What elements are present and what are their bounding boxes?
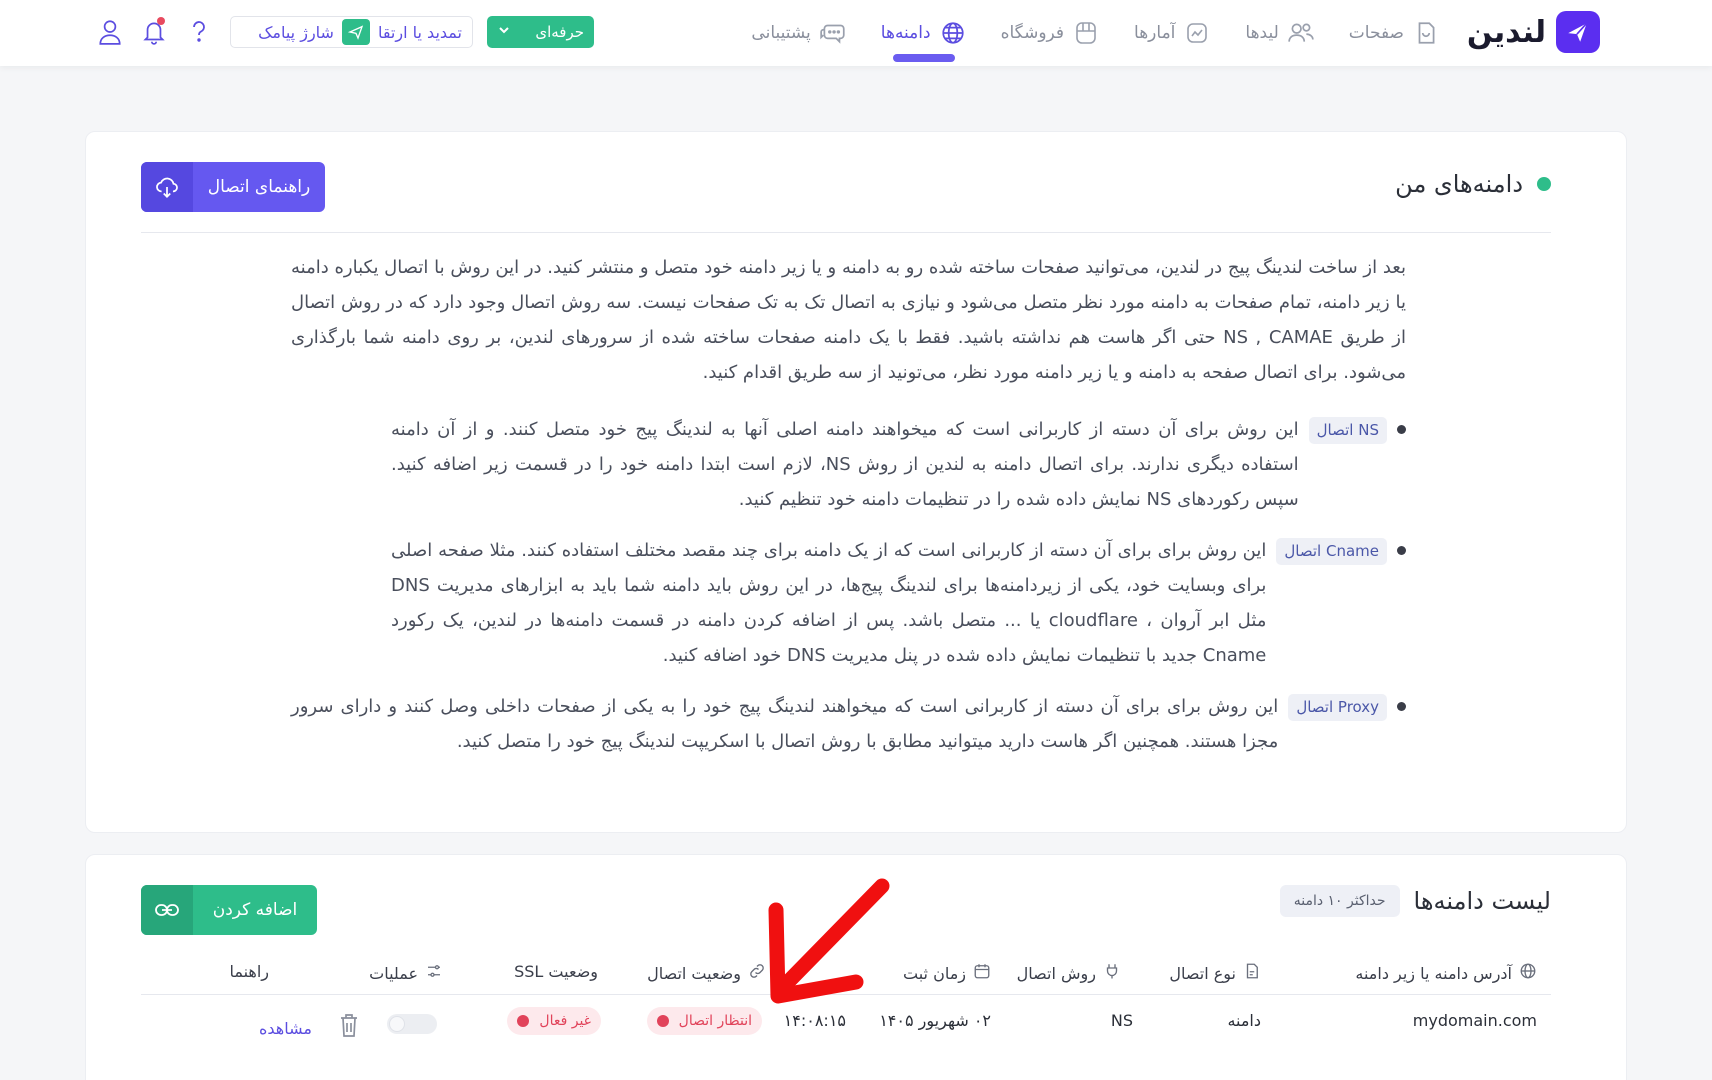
table-row: mydomain.com دامنه NS ۰۲ شهریور ۱۴۰۵ ۱۴:…: [141, 1005, 1551, 1045]
bullet-dot: [1397, 425, 1406, 434]
annotation-arrow: [768, 878, 890, 1004]
method-item-cname: اتصال Cname این روش برای برای آن دسته از…: [291, 533, 1406, 673]
my-domains-heading: دامنه‌های من: [1395, 170, 1551, 198]
nav-item-pages[interactable]: صفحات: [1349, 0, 1440, 66]
shop-icon: [1072, 19, 1100, 47]
nav-label-domains: دامنه‌ها: [880, 23, 931, 43]
plug-icon: [1103, 962, 1121, 984]
method-tag-cname: اتصال Cname: [1276, 538, 1387, 565]
col-address: آدرس دامنه یا زیر دامنه: [1355, 962, 1537, 984]
cell-type: دامنه: [1227, 1011, 1261, 1030]
sliders-icon: [425, 962, 443, 984]
col-time: زمان ثبت: [903, 962, 991, 984]
nav-item-domains[interactable]: دامنه‌ها: [881, 0, 967, 66]
add-domain-label: اضافه کردن: [212, 900, 298, 920]
col-status: وضعیت اتصال: [647, 962, 766, 984]
max-domains-badge: حداکثر ۱۰ دامنه: [1279, 885, 1400, 917]
connection-methods-list: اتصال NS این روش برای آن دسته از کاربران…: [291, 412, 1406, 775]
help-icon[interactable]: [184, 16, 214, 48]
nav-item-support[interactable]: پشتیبانی: [751, 0, 846, 66]
bullet-dot: [1397, 546, 1406, 555]
method-item-proxy: اتصال Proxy این روش برای برای آن دسته از…: [291, 689, 1406, 759]
view-guide-link[interactable]: مشاهده: [259, 1019, 312, 1038]
cloud-download-icon: [141, 162, 193, 212]
bullet-dot: [1397, 702, 1406, 711]
bell-icon[interactable]: [139, 16, 169, 48]
section-divider: [141, 232, 1551, 233]
user-profile-icon[interactable]: [95, 16, 125, 48]
toggle-knob: [389, 1016, 405, 1032]
nav-label-pages: صفحات: [1348, 23, 1404, 43]
col-method: روش اتصال: [1017, 962, 1121, 984]
globe-icon: [939, 19, 967, 47]
chevron-down-icon: [497, 23, 511, 41]
nav-item-stats[interactable]: آمارها: [1134, 0, 1211, 66]
nav-item-leads[interactable]: لیدها: [1245, 0, 1314, 66]
nav-label-leads: لیدها: [1245, 23, 1279, 43]
top-navigation-bar: لندین صفحات لیدها آمارها فروشگاه: [0, 0, 1712, 66]
brand-name: لندین: [1466, 14, 1547, 50]
cell-address: mydomain.com: [1412, 1011, 1537, 1030]
document-icon: [1243, 962, 1261, 984]
users-icon: [1287, 19, 1315, 47]
domain-list-heading: لیست دامنه‌ها حداکثر ۱۰ دامنه: [1279, 885, 1551, 917]
main-nav: صفحات لیدها آمارها فروشگاه دامنه‌ها: [751, 0, 1440, 66]
globe-icon: [1519, 962, 1537, 984]
trash-icon[interactable]: [337, 1011, 361, 1043]
method-text-cname: این روش برای برای آن دسته از کاربرانی اس…: [391, 540, 1267, 666]
sms-charge-button[interactable]: شارژ پیامک: [258, 23, 334, 42]
plan-label: حرفه‌ای: [535, 23, 584, 41]
sms-send-icon: [341, 19, 370, 45]
status-dot: [1537, 177, 1551, 191]
renew-button[interactable]: تمدید یا ارتقا: [378, 23, 462, 42]
nav-label-shop: فروشگاه: [1000, 23, 1065, 43]
notification-dot: [157, 17, 165, 25]
domain-list-title: لیست دامنه‌ها: [1413, 887, 1551, 915]
col-operations: عملیات: [369, 962, 443, 984]
cell-time: ۱۴:۰۸:۱۵: [783, 1011, 846, 1030]
nav-item-shop[interactable]: فروشگاه: [1001, 0, 1100, 66]
ssl-status-badge: غیر فعال: [507, 1007, 601, 1035]
rocket-icon: [1556, 11, 1600, 53]
col-type: نوع اتصال: [1169, 962, 1261, 984]
connection-status-badge: انتظار اتصال: [646, 1007, 762, 1035]
method-item-ns: اتصال NS این روش برای آن دسته از کاربران…: [291, 412, 1406, 517]
chart-icon: [1183, 19, 1211, 47]
method-tag-proxy: اتصال Proxy: [1288, 694, 1387, 721]
chat-icon: [819, 19, 847, 47]
col-ssl: وضعیت SSL: [514, 962, 598, 981]
link-icon: [141, 885, 193, 935]
calendar-icon: [973, 962, 991, 984]
status-dot: [517, 1015, 530, 1027]
connection-guide-label: راهنمای اتصال: [207, 177, 311, 197]
brand-logo[interactable]: لندین: [1467, 11, 1600, 53]
nav-label-support: پشتیبانی: [751, 23, 811, 43]
my-domains-card: دامنه‌های من راهنمای اتصال بعد از ساخت ل…: [85, 131, 1627, 833]
add-domain-button[interactable]: اضافه کردن: [141, 885, 317, 935]
status-dot: [656, 1015, 669, 1027]
pages-icon: [1412, 19, 1440, 47]
nav-label-stats: آمارها: [1134, 23, 1176, 43]
cell-method: NS: [1110, 1011, 1133, 1030]
intro-paragraph: بعد از ساخت لندینگ پیج در لندین، می‌توان…: [291, 257, 1406, 383]
plan-select[interactable]: حرفه‌ای: [487, 16, 594, 48]
col-guide: راهنما: [229, 962, 269, 981]
method-tag-ns: اتصال NS: [1308, 417, 1387, 444]
method-text-proxy: این روش برای برای آن دسته از کاربرانی اس…: [291, 696, 1279, 752]
method-text-ns: این روش برای آن دسته از کاربرانی است که …: [391, 419, 1299, 510]
renew-sms-box: تمدید یا ارتقا شارژ پیامک: [230, 16, 473, 48]
connection-guide-button[interactable]: راهنمای اتصال: [141, 162, 325, 212]
my-domains-title: دامنه‌های من: [1395, 170, 1523, 198]
cell-date: ۰۲ شهریور ۱۴۰۵: [879, 1011, 991, 1030]
domain-active-toggle[interactable]: [387, 1014, 437, 1034]
